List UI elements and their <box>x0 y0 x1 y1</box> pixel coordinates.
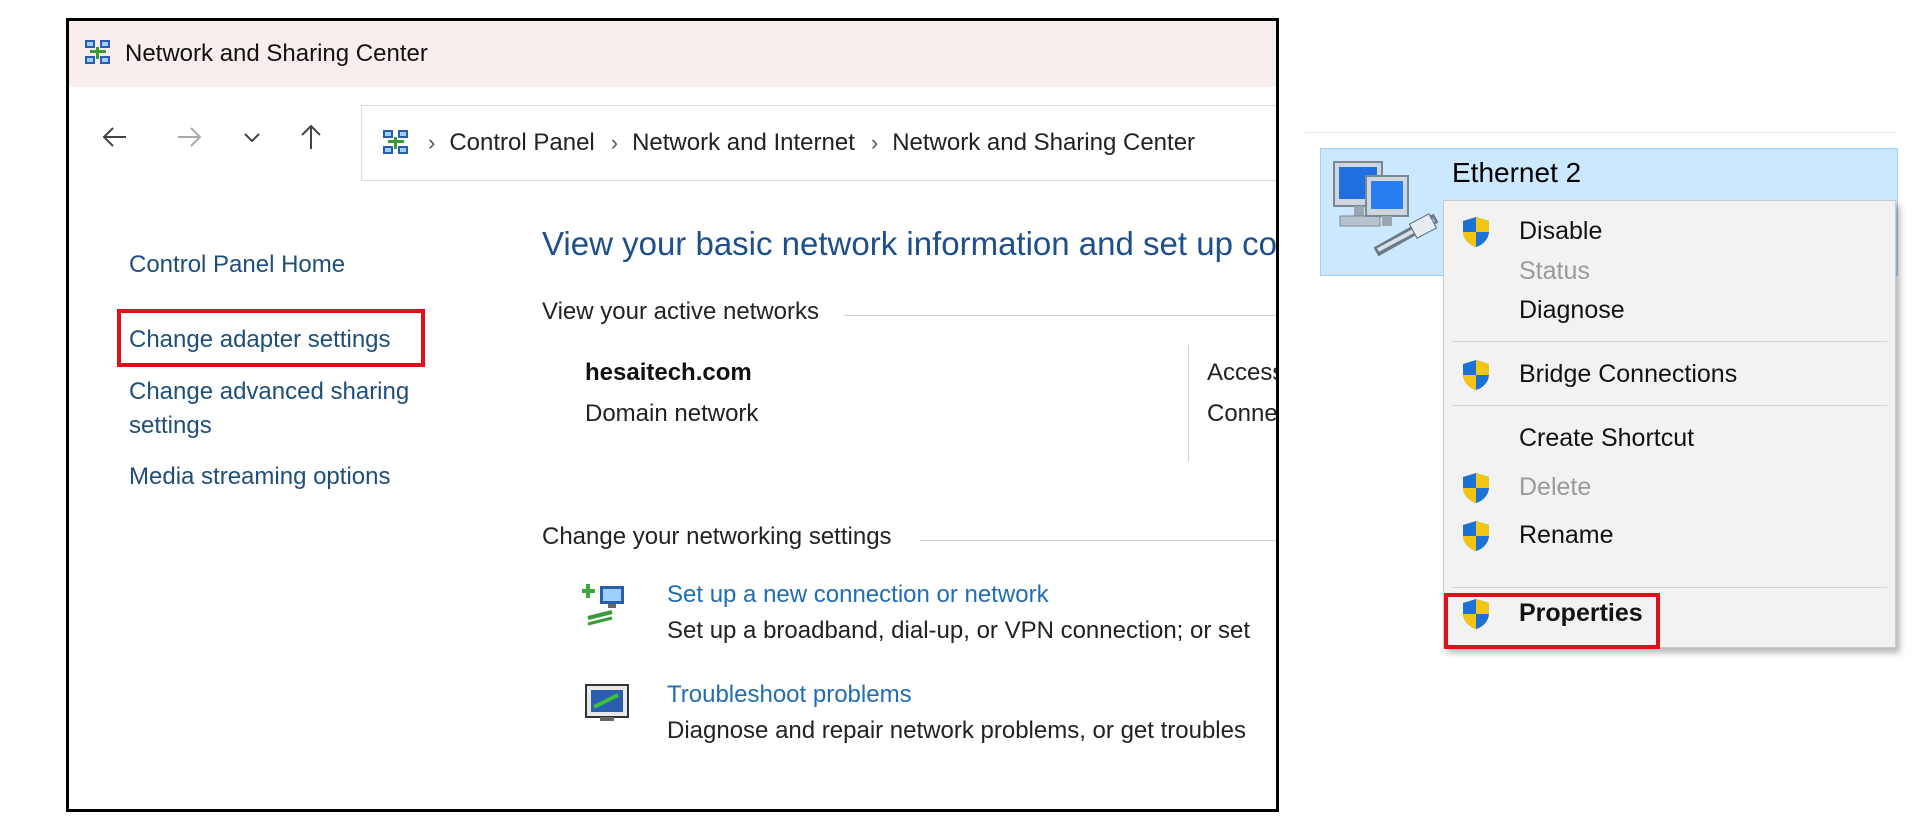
control-panel-home-link[interactable]: Control Panel Home <box>129 248 345 282</box>
menu-item-label: Status <box>1519 257 1590 285</box>
address-bar[interactable]: › Control Panel › Network and Internet ›… <box>361 105 1276 181</box>
menu-separator <box>1452 341 1887 342</box>
up-button[interactable] <box>291 117 331 157</box>
title-bar: Network and Sharing Center <box>69 21 1276 87</box>
troubleshoot-description: Diagnose and repair network problems, or… <box>667 717 1246 744</box>
navigation-row: › Control Panel › Network and Internet ›… <box>69 87 1276 187</box>
main-content: View your basic network information and … <box>542 201 1276 809</box>
connections-label: Conne <box>1207 400 1278 427</box>
network-center-icon <box>383 130 408 154</box>
forward-button[interactable] <box>169 117 209 157</box>
new-connection-icon[interactable] <box>582 578 634 630</box>
menu-item-bridge-connections[interactable]: Bridge Connections <box>1444 354 1895 396</box>
menu-item-status[interactable]: Status <box>1444 251 1895 293</box>
menu-item-disable[interactable]: Disable <box>1444 211 1895 253</box>
troubleshoot-icon[interactable] <box>582 679 634 731</box>
menu-separator <box>1452 405 1887 406</box>
uac-shield-icon <box>1463 360 1489 390</box>
change-advanced-sharing-link[interactable]: Change advanced sharing settings <box>129 375 409 443</box>
arrow-left-icon <box>102 127 126 147</box>
context-menu: Disable Status Diagnose Bridge Connectio… <box>1443 200 1896 649</box>
link-line: Change advanced sharing <box>129 378 410 405</box>
media-streaming-options-link[interactable]: Media streaming options <box>129 460 390 494</box>
arrow-up-icon <box>301 124 321 149</box>
uac-shield-icon <box>1463 473 1489 503</box>
window-title: Network and Sharing Center <box>125 40 428 67</box>
troubleshoot-problems-link[interactable]: Troubleshoot problems <box>667 681 912 709</box>
menu-item-diagnose[interactable]: Diagnose <box>1444 290 1895 332</box>
menu-item-label: Delete <box>1519 473 1592 501</box>
change-settings-label: Change your networking settings <box>542 523 892 550</box>
link-line: settings <box>129 412 212 439</box>
menu-item-label: Diagnose <box>1519 296 1625 324</box>
setup-connection-link[interactable]: Set up a new connection or network <box>667 581 1049 609</box>
highlight-box <box>1444 593 1660 649</box>
menu-separator <box>1452 587 1887 588</box>
breadcrumb-network-internet[interactable]: Network and Internet <box>632 129 855 157</box>
menu-item-label: Bridge Connections <box>1519 360 1738 388</box>
page-heading: View your basic network information and … <box>542 225 1277 262</box>
setup-connection-description: Set up a broadband, dial-up, or VPN conn… <box>667 617 1251 644</box>
menu-item-create-shortcut[interactable]: Create Shortcut <box>1444 418 1895 460</box>
vertical-divider <box>1188 345 1189 461</box>
recent-locations-button[interactable] <box>232 117 272 157</box>
chevron-right-icon[interactable]: › <box>428 130 435 156</box>
section-divider <box>920 540 1276 541</box>
uac-shield-icon <box>1463 521 1489 551</box>
network-type: Domain network <box>585 400 759 427</box>
menu-item-label: Create Shortcut <box>1519 424 1695 452</box>
adapter-name[interactable]: Ethernet 2 <box>1452 157 1581 189</box>
network-sharing-center-window: Network and Sharing Center › Control Pan… <box>66 18 1279 812</box>
network-center-icon <box>85 40 110 64</box>
uac-shield-icon <box>1463 217 1489 247</box>
chevron-down-icon <box>244 133 260 143</box>
menu-item-label: Rename <box>1519 521 1614 549</box>
active-networks-label: View your active networks <box>542 298 820 325</box>
ethernet-adapter-icon[interactable] <box>1326 156 1446 264</box>
chevron-right-icon[interactable]: › <box>611 130 618 156</box>
menu-item-delete[interactable]: Delete <box>1444 467 1895 509</box>
divider <box>1305 132 1897 133</box>
breadcrumb-control-panel[interactable]: Control Panel <box>449 129 594 157</box>
menu-item-rename[interactable]: Rename <box>1444 515 1895 557</box>
menu-item-label: Disable <box>1519 217 1603 245</box>
change-adapter-settings-link[interactable]: Change adapter settings <box>129 323 391 357</box>
section-divider <box>844 315 1276 316</box>
network-name: hesaitech.com <box>585 359 752 386</box>
back-button[interactable] <box>95 117 135 157</box>
breadcrumb-network-sharing-center[interactable]: Network and Sharing Center <box>892 129 1195 157</box>
access-type-label: Access <box>1207 359 1279 386</box>
arrow-right-icon <box>178 127 202 147</box>
chevron-right-icon[interactable]: › <box>871 130 878 156</box>
